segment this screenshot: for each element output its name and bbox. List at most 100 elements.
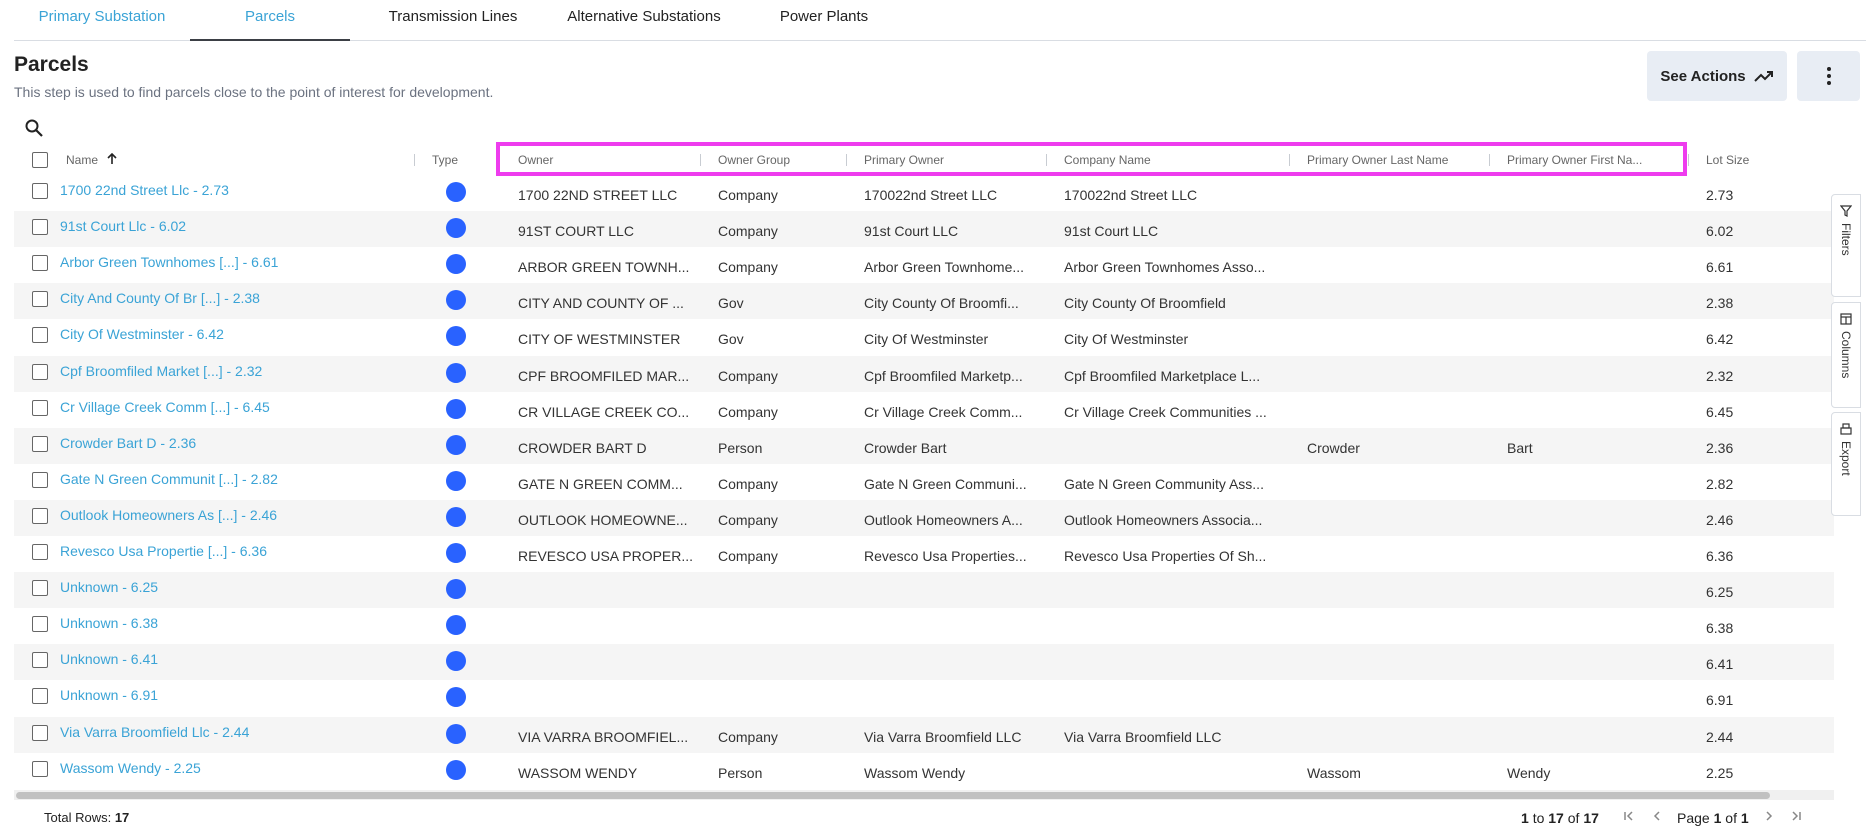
cell-name-link[interactable]: Cr Village Creek Comm [...] - 6.45 xyxy=(60,392,400,428)
table-row[interactable]: Outlook Homeowners As [...] - 2.46 OUTLOO… xyxy=(14,499,1834,536)
column-separator[interactable] xyxy=(1289,154,1290,166)
table-row[interactable]: Unknown - 6.91 6.91 xyxy=(14,680,1834,716)
column-header-owner[interactable]: Owner xyxy=(518,145,698,175)
cell-name-link[interactable]: 1700 22nd Street Llc - 2.73 xyxy=(60,175,400,211)
cell-name-link[interactable]: Unknown - 6.91 xyxy=(60,680,400,716)
cell-name-link[interactable]: City And County Of Br [...] - 2.38 xyxy=(60,283,400,319)
side-tab-filters[interactable]: Filters xyxy=(1831,194,1861,297)
more-options-button[interactable] xyxy=(1797,51,1860,101)
side-tab-export[interactable]: Export xyxy=(1831,412,1861,516)
row-checkbox[interactable] xyxy=(32,219,48,236)
row-checkbox[interactable] xyxy=(32,291,48,308)
table-row[interactable]: Wassom Wendy - 2.25 WASSOM WENDY Person Was… xyxy=(14,753,1834,789)
tab-alternative-substations[interactable]: Alternative Substations xyxy=(548,0,740,41)
cell-name-link[interactable]: Outlook Homeowners As [...] - 2.46 xyxy=(60,500,400,536)
row-checkbox[interactable] xyxy=(32,435,48,452)
column-separator[interactable] xyxy=(1688,154,1689,166)
cell-lot-size: 2.38 xyxy=(1706,295,1734,312)
row-checkbox[interactable] xyxy=(32,507,48,524)
next-page-button[interactable] xyxy=(1760,809,1778,827)
row-checkbox[interactable] xyxy=(32,255,48,272)
cell-name-link[interactable]: Crowder Bart D - 2.36 xyxy=(60,428,400,464)
row-checkbox[interactable] xyxy=(32,616,48,633)
page-indicator: Page 1 of 1 xyxy=(1677,810,1749,826)
cell-last-name: Wassom xyxy=(1307,764,1361,781)
cell-company-name: City County Of Broomfield xyxy=(1064,295,1226,312)
cell-name-link[interactable]: Revesco Usa Propertie [...] - 6.36 xyxy=(60,536,400,572)
table-row[interactable]: Via Varra Broomfield Llc - 2.44 VIA VARRA… xyxy=(14,716,1834,753)
column-header-name[interactable]: Name xyxy=(66,145,346,175)
row-checkbox[interactable] xyxy=(32,399,48,416)
see-actions-button[interactable]: See Actions xyxy=(1647,51,1787,101)
horizontal-scrollbar-thumb[interactable] xyxy=(16,792,1770,799)
cell-name-link[interactable]: Gate N Green Communit [...] - 2.82 xyxy=(60,464,400,500)
row-checkbox[interactable] xyxy=(32,363,48,380)
table-row[interactable]: Cpf Broomfiled Market [...] - 2.32 CPF BR… xyxy=(14,355,1834,392)
cell-company-name: City Of Westminster xyxy=(1064,331,1189,348)
table-row[interactable]: Crowder Bart D - 2.36 CROWDER BART D Perso… xyxy=(14,427,1834,464)
row-checkbox[interactable] xyxy=(32,471,48,488)
cell-name-link[interactable]: Unknown - 6.41 xyxy=(60,644,400,680)
column-separator[interactable] xyxy=(700,154,701,166)
cell-first-name xyxy=(1507,717,1685,753)
column-separator[interactable] xyxy=(846,154,847,166)
row-checkbox[interactable] xyxy=(32,183,48,199)
row-checkbox[interactable] xyxy=(32,652,48,669)
cell-name-link[interactable]: City Of Westminster - 6.42 xyxy=(60,319,400,355)
table-row[interactable]: Unknown - 6.41 6.41 xyxy=(14,644,1834,681)
row-checkbox[interactable] xyxy=(32,544,48,560)
cell-name-link[interactable]: Via Varra Broomfield Llc - 2.44 xyxy=(60,717,400,753)
cell-name-link[interactable]: Cpf Broomfiled Market [...] - 2.32 xyxy=(60,356,400,392)
table-row[interactable]: Gate N Green Communit [...] - 2.82 GATE N… xyxy=(14,464,1834,500)
cell-lot-size: 6.42 xyxy=(1706,331,1734,348)
column-header-first-name[interactable]: Primary Owner First Na... xyxy=(1507,145,1687,175)
cell-owner-group: Company xyxy=(718,223,778,240)
tab-transmission-lines[interactable]: Transmission Lines xyxy=(370,0,536,41)
row-checkbox[interactable] xyxy=(32,688,48,705)
column-header-last-name[interactable]: Primary Owner Last Name xyxy=(1307,145,1492,175)
cell-name-link[interactable]: Unknown - 6.25 xyxy=(60,572,400,608)
previous-page-button[interactable] xyxy=(1648,809,1666,827)
column-separator[interactable] xyxy=(414,154,415,166)
table-row[interactable]: Revesco Usa Propertie [...] - 6.36 REVESC… xyxy=(14,536,1834,572)
column-header-type[interactable]: Type xyxy=(432,145,492,175)
column-separator[interactable] xyxy=(1489,154,1490,166)
select-all-checkbox[interactable] xyxy=(32,152,48,168)
cell-first-name xyxy=(1507,608,1685,644)
first-page-button[interactable] xyxy=(1620,809,1638,827)
table-row[interactable]: City And County Of Br [...] - 2.38 CITY A… xyxy=(14,283,1834,320)
last-page-button[interactable] xyxy=(1787,809,1805,827)
row-checkbox[interactable] xyxy=(32,724,48,741)
table-row[interactable]: 91st Court Llc - 6.02 91ST COURT LLC Compa… xyxy=(14,211,1834,248)
cell-name-link[interactable]: Arbor Green Townhomes [...] - 6.61 xyxy=(60,247,400,283)
cell-name-link[interactable]: Unknown - 6.38 xyxy=(60,608,400,644)
table-row[interactable]: Arbor Green Townhomes [...] - 6.61 ARBOR … xyxy=(14,247,1834,283)
row-checkbox[interactable] xyxy=(32,580,48,597)
table-row[interactable]: Unknown - 6.38 6.38 xyxy=(14,608,1834,644)
cell-first-name xyxy=(1507,175,1685,211)
column-header-primary-owner[interactable]: Primary Owner xyxy=(864,145,1044,175)
cell-last-name xyxy=(1307,464,1485,500)
search-icon[interactable] xyxy=(24,118,44,138)
tab-power-plants[interactable]: Power Plants xyxy=(762,0,886,41)
row-checkbox[interactable] xyxy=(32,327,48,344)
table-row[interactable]: Cr Village Creek Comm [...] - 6.45 CR VIL… xyxy=(14,392,1834,428)
column-header-lot-size[interactable]: Lot Size xyxy=(1706,145,1806,175)
row-checkbox[interactable] xyxy=(32,760,48,777)
export-icon xyxy=(1840,423,1852,435)
column-separator[interactable] xyxy=(1046,154,1047,166)
tab-primary-substation[interactable]: Primary Substation xyxy=(14,0,190,41)
table-row[interactable]: City Of Westminster - 6.42 CITY OF WESTMI… xyxy=(14,319,1834,355)
column-header-owner-group[interactable]: Owner Group xyxy=(718,145,848,175)
cell-name-link[interactable]: Wassom Wendy - 2.25 xyxy=(60,753,400,789)
table-row[interactable]: Unknown - 6.25 6.25 xyxy=(14,572,1834,609)
table-row[interactable]: 1700 22nd Street Llc - 2.73 1700 22ND STR… xyxy=(14,175,1834,211)
column-header-company-name[interactable]: Company Name xyxy=(1064,145,1294,175)
page-current: 1 xyxy=(1713,810,1722,826)
tab-parcels[interactable]: Parcels xyxy=(190,0,350,41)
cell-last-name xyxy=(1307,572,1485,608)
cell-company-name xyxy=(1064,428,1286,464)
cell-company-name: Cr Village Creek Communities ... xyxy=(1064,403,1267,420)
side-tab-columns[interactable]: Columns xyxy=(1831,302,1861,408)
cell-name-link[interactable]: 91st Court Llc - 6.02 xyxy=(60,211,400,247)
